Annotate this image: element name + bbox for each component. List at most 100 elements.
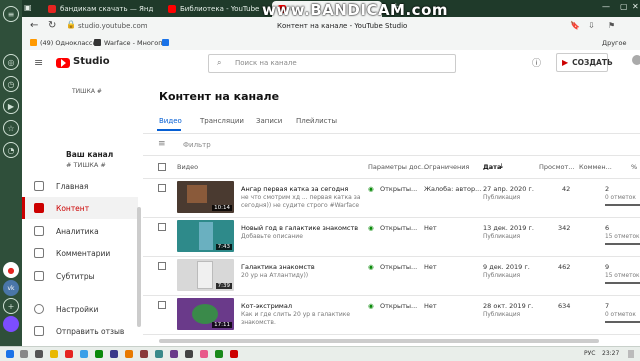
extensions-icon[interactable]: ⚑ xyxy=(608,21,615,30)
table-row[interactable]: 10:14 Ангар первая катка за сегодня не ч… xyxy=(143,178,640,218)
access-value[interactable]: Открыты... xyxy=(380,185,417,193)
views-value: 462 xyxy=(558,263,571,271)
bookmark-icon[interactable]: 🔖 xyxy=(570,21,580,30)
reload-icon[interactable]: ↻ xyxy=(48,20,56,31)
access-value[interactable]: Открыты... xyxy=(380,263,417,271)
tab-posts[interactable]: Записи xyxy=(256,117,282,125)
row-checkbox[interactable] xyxy=(158,301,166,309)
video-title[interactable]: Кот-экстримал xyxy=(241,302,371,310)
sidebar-item-content[interactable]: Контент xyxy=(22,197,138,219)
restriction-value[interactable]: Жалоба: автор... xyxy=(424,185,481,193)
app-icon[interactable] xyxy=(95,350,103,358)
column-comments[interactable]: Коммен... xyxy=(579,163,612,171)
filter-input[interactable]: Фильтр xyxy=(183,141,211,149)
sidebar-item-feedback[interactable]: Отправить отзыв xyxy=(22,320,138,342)
minimize-icon[interactable]: — xyxy=(602,2,610,11)
video-thumbnail[interactable]: 10:14 xyxy=(177,181,234,213)
app-icon[interactable] xyxy=(170,350,178,358)
tab-library[interactable]: Библиотека - YouTube xyxy=(162,1,270,17)
app-icon[interactable] xyxy=(110,350,118,358)
subtitles-icon xyxy=(34,271,44,281)
column-likes[interactable]: % xyxy=(631,163,637,171)
date-status: Публикация xyxy=(483,234,521,240)
table-row[interactable]: 7:39 Галактика знакомств 20 ур на Атлант… xyxy=(143,256,640,296)
menu-icon[interactable]: ≡ xyxy=(3,6,19,22)
red-app-icon[interactable]: ● xyxy=(3,262,19,278)
sidebar-item-subtitles[interactable]: Субтитры xyxy=(22,265,138,287)
clock-icon[interactable]: ◷ xyxy=(3,76,19,92)
app-icon[interactable] xyxy=(125,350,133,358)
sort-down-icon[interactable]: ↓ xyxy=(499,162,504,170)
bandicam-icon[interactable] xyxy=(230,350,238,358)
back-icon[interactable]: ← xyxy=(30,20,38,31)
create-button[interactable]: ▶ СОЗДАТЬ xyxy=(556,53,613,72)
bookmark-item[interactable]: Warface - Многоп xyxy=(104,39,162,47)
clock-text[interactable]: 23:27 xyxy=(602,350,619,357)
tab-yandex[interactable]: бандикам скачать — Янд xyxy=(42,1,162,17)
column-access[interactable]: Параметры дос... xyxy=(368,163,427,171)
column-restrictions[interactable]: Ограничения xyxy=(424,163,469,171)
bell-icon[interactable]: ◔ xyxy=(3,142,19,158)
sidebar-scrollbar[interactable] xyxy=(137,207,141,327)
avatar[interactable] xyxy=(632,55,640,65)
row-checkbox[interactable] xyxy=(158,262,166,270)
explorer-icon[interactable] xyxy=(50,350,58,358)
row-checkbox[interactable] xyxy=(158,184,166,192)
video-thumbnail[interactable]: 17:11 xyxy=(177,298,234,330)
access-value[interactable]: Открыты... xyxy=(380,302,417,310)
bookmark-item[interactable]: (49) Одноклассн xyxy=(40,39,97,47)
column-views[interactable]: Просмот... xyxy=(539,163,574,171)
task-view-icon[interactable] xyxy=(35,350,43,358)
start-icon[interactable] xyxy=(6,350,14,358)
tab-streams[interactable]: Трансляции xyxy=(200,117,244,125)
video-description[interactable]: Добавьте описание xyxy=(241,233,361,241)
video-title[interactable]: Ангар первая катка за сегодня xyxy=(241,185,371,193)
table-row[interactable]: 7:43 Новый год в галактике знакомств Доб… xyxy=(143,217,640,257)
tabs-menu-icon[interactable]: ▣ xyxy=(24,3,32,12)
video-title[interactable]: Галактика знакомств xyxy=(241,263,371,271)
comments-icon xyxy=(34,248,44,258)
access-value[interactable]: Открыты... xyxy=(380,224,417,232)
vk-icon[interactable]: vk xyxy=(3,280,19,296)
download-icon[interactable]: ⇩ xyxy=(588,21,595,30)
video-thumbnail[interactable]: 7:43 xyxy=(177,220,234,252)
tab-videos[interactable]: Видео xyxy=(159,117,182,125)
sidebar-item-home[interactable]: Главная xyxy=(22,175,138,197)
sidebar-item-comments[interactable]: Комментарии xyxy=(22,242,138,264)
yandex-icon[interactable] xyxy=(65,350,73,358)
sidebar-item-settings[interactable]: Настройки xyxy=(22,298,138,320)
app-icon[interactable] xyxy=(140,350,148,358)
add-icon[interactable]: + xyxy=(3,298,19,314)
app-icon[interactable] xyxy=(155,350,163,358)
close-window-icon[interactable]: ✕ xyxy=(632,2,639,11)
play-icon[interactable]: ▶ xyxy=(3,98,19,114)
show-desktop-button[interactable] xyxy=(628,350,634,358)
help-icon[interactable]: ⓘ xyxy=(532,56,541,69)
star-icon[interactable]: ☆ xyxy=(3,120,19,136)
select-all-checkbox[interactable] xyxy=(158,163,166,171)
url-text[interactable]: studio.youtube.com xyxy=(78,22,148,30)
eye-icon: ◉ xyxy=(368,185,374,193)
video-thumbnail[interactable]: 7:39 xyxy=(177,259,234,291)
circle-icon[interactable]: ◎ xyxy=(3,54,19,70)
tab-playlists[interactable]: Плейлисты xyxy=(296,117,337,125)
sidebar-item-analytics[interactable]: Аналитика xyxy=(22,220,138,242)
search-icon[interactable] xyxy=(20,350,28,358)
video-title[interactable]: Новый год в галактике знакомств xyxy=(241,224,371,232)
filter-icon[interactable]: ≡ xyxy=(158,139,166,149)
app-icon[interactable] xyxy=(80,350,88,358)
app-icon[interactable] xyxy=(185,350,193,358)
maximize-icon[interactable]: ▢ xyxy=(620,2,628,11)
app-icon[interactable] xyxy=(200,350,208,358)
table-row[interactable]: 17:11 Кот-экстримал Как и где слить 20 у… xyxy=(143,295,640,335)
row-checkbox[interactable] xyxy=(158,223,166,231)
other-bookmarks[interactable]: Другое xyxy=(602,39,626,47)
horizontal-scrollbar[interactable] xyxy=(159,339,599,343)
search-input[interactable]: ⌕ Поиск на канале xyxy=(208,54,456,73)
hamburger-icon[interactable]: ≡ xyxy=(34,56,43,69)
bookmark-icon[interactable] xyxy=(162,39,169,46)
studio-logo-text[interactable]: Studio xyxy=(73,56,110,67)
language-indicator[interactable]: РУС xyxy=(584,350,595,357)
alice-icon[interactable] xyxy=(3,316,19,332)
app-icon[interactable] xyxy=(215,350,223,358)
